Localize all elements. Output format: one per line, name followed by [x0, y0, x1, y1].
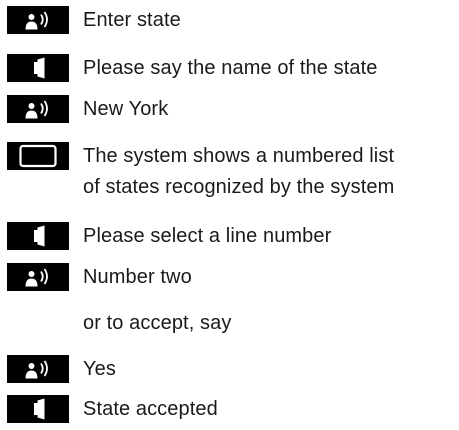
display-icon	[7, 142, 69, 170]
step-or-accept: or to accept, say	[0, 309, 459, 337]
speaker-icon	[7, 355, 69, 383]
step-text: State accepted	[83, 398, 218, 420]
step-numbered-list: The system shows a numbered list of stat…	[0, 142, 459, 204]
speaker-icon	[7, 6, 69, 34]
step-text: Enter state	[83, 9, 181, 31]
step-text: or to accept, say	[83, 312, 232, 334]
step-text: New York	[83, 98, 169, 120]
step-enter-state: Enter state	[0, 6, 459, 34]
step-text: Number two	[83, 266, 192, 288]
step-state-accepted: State accepted	[0, 395, 459, 423]
step-text: Please select a line number	[83, 225, 332, 247]
step-text: Please say the name of the state	[83, 57, 378, 79]
step-text-line-2: of states recognized by the system	[83, 176, 395, 198]
step-prompt-state-name: Please say the name of the state	[0, 54, 459, 82]
step-text: Yes	[83, 358, 116, 380]
speaker-icon	[7, 263, 69, 291]
voice-output-icon	[7, 54, 69, 82]
speaker-icon	[7, 95, 69, 123]
voice-output-icon	[7, 222, 69, 250]
voice-output-icon	[7, 395, 69, 423]
step-yes: Yes	[0, 355, 459, 383]
step-number-two: Number two	[0, 263, 459, 291]
step-new-york: New York	[0, 95, 459, 123]
step-select-line-number: Please select a line number	[0, 222, 459, 250]
step-text-line-1: The system shows a numbered list	[83, 145, 395, 167]
